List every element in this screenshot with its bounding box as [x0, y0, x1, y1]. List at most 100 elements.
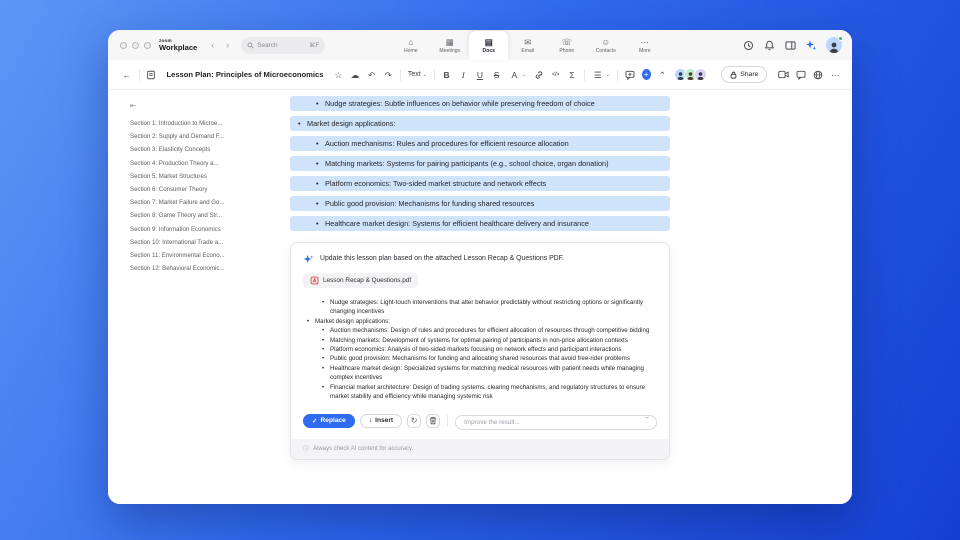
app-tab[interactable]: ⋯ More	[625, 31, 664, 60]
minimize-window-icon[interactable]	[132, 41, 139, 49]
ai-disclaimer: ⓘ Always check AI content for accuracy.	[291, 439, 669, 460]
document-canvas[interactable]: Nudge strategies: Subtle influences on b…	[290, 90, 670, 504]
app-tab[interactable]: ✉ Email	[508, 31, 547, 60]
formula-icon[interactable]: Σ	[567, 69, 577, 81]
tab-icon: ☺	[601, 36, 611, 47]
sidebar-item-section[interactable]: Section 12: Behavioral Economic...	[130, 262, 283, 275]
strikethrough-button[interactable]: S	[492, 69, 502, 81]
ai-prompt-text: Update this lesson plan based on the att…	[320, 255, 565, 262]
text-style-dropdown[interactable]: Text ⌄	[408, 71, 427, 78]
document-line[interactable]: Platform economics: Two-sided market str…	[290, 176, 670, 191]
doc-home-icon[interactable]	[146, 70, 156, 80]
sidebar-item-section[interactable]: Section 8: Game Theory and Str...	[130, 209, 283, 222]
window-controls[interactable]	[120, 41, 151, 49]
regenerate-button[interactable]: ↻	[407, 413, 422, 428]
language-globe-icon[interactable]	[813, 70, 823, 80]
document-line[interactable]: Market design applications:	[290, 116, 670, 131]
text-color-dropdown[interactable]: A ⌄	[508, 69, 527, 81]
sidebar-item-section[interactable]: Section 4: Production Theory a...	[130, 157, 283, 170]
sidebar-item-section[interactable]: Section 5: Market Structures	[130, 170, 283, 183]
nav-forward-icon[interactable]: ›	[226, 40, 229, 50]
code-icon[interactable]: </>	[551, 69, 561, 81]
list-format-dropdown[interactable]: ☰ ⌄	[592, 69, 610, 81]
divider	[616, 68, 618, 81]
italic-button[interactable]: I	[458, 69, 468, 81]
chevron-down-icon: ⌄	[522, 71, 527, 78]
ai-result-bullet: Financial market architecture: Design of…	[303, 383, 657, 402]
sidebar-item-section[interactable]: Section 2: Supply and Demand F...	[130, 130, 283, 143]
sidebar-item-section[interactable]: Section 11: Environmental Econo...	[130, 249, 283, 262]
divider	[433, 68, 435, 81]
link-icon[interactable]	[534, 70, 544, 80]
ai-companion-panel: Update this lesson plan based on the att…	[290, 242, 670, 461]
app-tab[interactable]: ☺ Contacts	[586, 31, 625, 60]
user-avatar[interactable]	[826, 36, 843, 53]
tab-label: Email	[521, 47, 535, 54]
divider	[583, 68, 585, 81]
sidebar-item-section[interactable]: Section 6: Consumer Theory	[130, 183, 283, 196]
document-line[interactable]: Auction mechanisms: Rules and procedures…	[290, 136, 670, 151]
send-icon[interactable]: →	[643, 414, 650, 421]
search-input[interactable]	[257, 41, 302, 49]
attachment-chip[interactable]: Lesson Recap & Questions.pdf	[303, 273, 419, 288]
collaborator-avatars[interactable]	[674, 68, 708, 81]
sidebar-collapse-icon[interactable]: ⇤	[130, 101, 283, 110]
share-button[interactable]: Share	[721, 66, 768, 83]
ai-result-bullet: Auction mechanisms: Design of rules and …	[303, 326, 657, 336]
app-tab[interactable]: ▦ Meetings	[430, 31, 469, 60]
bold-button[interactable]: B	[442, 69, 452, 81]
improve-result-input[interactable]	[455, 415, 657, 431]
insert-button[interactable]: ↓ Insert	[359, 413, 403, 428]
tab-label: Home	[403, 47, 418, 54]
ai-actions-row: ✓ Replace ↓ Insert ↻ →	[303, 411, 657, 431]
app-tab[interactable]: ☏ Phone	[547, 31, 586, 60]
star-favorite-icon[interactable]: ☆	[333, 69, 343, 81]
app-tabs: ⌂ Home ▦ Meetings ▤ Docs ✉ Email ☏ Phone…	[391, 31, 664, 60]
underline-button[interactable]: U	[475, 69, 485, 81]
divider	[400, 68, 401, 81]
attachment-name: Lesson Recap & Questions.pdf	[323, 277, 412, 284]
more-options-icon[interactable]: ⋯	[830, 69, 840, 81]
pdf-file-icon	[310, 276, 319, 285]
redo-icon[interactable]: ↷	[383, 69, 393, 81]
tab-label: Contacts	[595, 47, 616, 54]
document-line[interactable]: Matching markets: Systems for pairing pa…	[290, 156, 670, 171]
check-icon: ✓	[312, 417, 318, 425]
delete-result-button[interactable]	[426, 413, 441, 428]
collaborator-avatar[interactable]	[694, 68, 708, 81]
global-search[interactable]: ⌘F	[241, 36, 326, 54]
sidebar-item-section[interactable]: Section 10: International Trade a...	[130, 236, 283, 249]
sidebar-item-section[interactable]: Section 7: Market Failure and Go...	[130, 196, 283, 209]
sidebar-item-section[interactable]: Section 9: Information Economics	[130, 223, 283, 236]
sidebar-item-section[interactable]: Section 3: Elasticity Concepts	[130, 143, 283, 156]
sidebar-item-section[interactable]: Section 1: Introduction to Microe...	[130, 117, 283, 130]
cloud-sync-icon: ☁	[350, 69, 360, 80]
video-camera-icon[interactable]	[778, 70, 789, 79]
notifications-bell-icon[interactable]	[763, 39, 775, 51]
ai-result-bullet: Market design applications:	[303, 317, 657, 327]
close-window-icon[interactable]	[120, 41, 127, 49]
chevron-down-icon: ⌄	[605, 71, 610, 78]
comments-panel-icon[interactable]	[796, 70, 806, 80]
ai-insert-button[interactable]: +	[641, 69, 651, 80]
maximize-window-icon[interactable]	[144, 41, 151, 49]
document-line[interactable]: Nudge strategies: Subtle influences on b…	[290, 96, 670, 111]
ai-result-bullet: Nudge strategies: Light-touch interventi…	[303, 298, 657, 317]
ai-companion-icon[interactable]	[805, 39, 817, 51]
replace-button[interactable]: ✓ Replace	[303, 413, 355, 428]
side-panel-toggle-icon[interactable]	[784, 39, 796, 51]
document-line[interactable]: Public good provision: Mechanisms for fu…	[290, 196, 670, 211]
chevron-down-icon: ⌄	[422, 71, 427, 78]
app-tab[interactable]: ▤ Docs	[469, 31, 509, 60]
app-tab[interactable]: ⌂ Home	[391, 31, 430, 60]
history-icon[interactable]	[742, 39, 754, 51]
document-line[interactable]: Healthcare market design: Systems for ef…	[290, 216, 670, 231]
undo-icon[interactable]: ↶	[367, 69, 377, 81]
nav-back-icon[interactable]: ‹	[211, 40, 214, 50]
down-arrow-icon: ↓	[368, 417, 373, 425]
highlighted-lines: Nudge strategies: Subtle influences on b…	[290, 96, 670, 231]
ai-result-bullet: Public good provision: Mechanisms for fu…	[303, 354, 657, 364]
collapse-toolbar-icon[interactable]: ⌃	[658, 69, 668, 81]
back-icon[interactable]: ←	[122, 69, 132, 81]
comment-add-icon[interactable]	[625, 70, 635, 80]
